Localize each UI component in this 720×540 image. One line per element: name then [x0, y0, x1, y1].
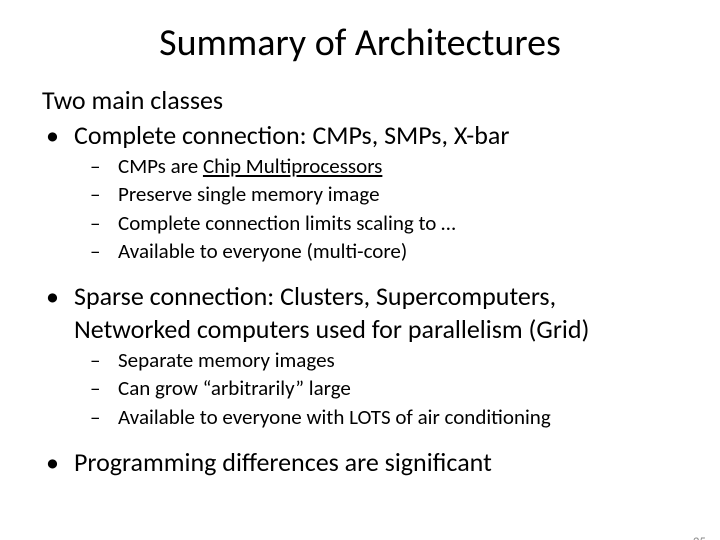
bullet-text: Sparse connection: Clusters, Supercomput… — [74, 280, 678, 345]
dash-marker-icon: – — [90, 404, 118, 430]
sub-bullet: – Available to everyone with LOTS of air… — [90, 404, 678, 430]
bullet-marker-icon: • — [42, 280, 74, 345]
slide-title: Summary of Architectures — [0, 20, 720, 66]
page-number: 25 — [693, 535, 706, 540]
sub-bullet: – Complete connection limits scaling to … — [90, 210, 678, 236]
underlined-term: Chip Multiprocessors — [203, 153, 382, 179]
sub-bullet: – Preserve single memory image — [90, 181, 678, 207]
bullet-text: Complete connection: CMPs, SMPs, X-bar — [74, 119, 509, 152]
bullet-complete-connection: • Complete connection: CMPs, SMPs, X-bar — [42, 119, 678, 152]
sub-bullet-text: Separate memory images — [118, 347, 335, 373]
sub-bullet-text: Preserve single memory image — [118, 181, 380, 207]
bullet-sparse-connection: • Sparse connection: Clusters, Supercomp… — [42, 280, 678, 345]
dash-marker-icon: – — [90, 181, 118, 207]
sub-bullet-text: Complete connection limits scaling to … — [118, 210, 456, 236]
bullet-text: Programming differences are significant — [74, 446, 492, 479]
slide-body: Two main classes • Complete connection: … — [0, 84, 720, 478]
sub-bullet-text: Available to everyone with LOTS of air c… — [118, 404, 551, 430]
sub-bullet-text: Available to everyone (multi-core) — [118, 238, 407, 264]
dash-marker-icon: – — [90, 210, 118, 236]
dash-marker-icon: – — [90, 153, 118, 179]
sub-bullet-text: Can grow “arbitrarily” large — [118, 375, 351, 401]
bullet-marker-icon: • — [42, 119, 74, 152]
bullet-marker-icon: • — [42, 446, 74, 479]
sub-bullet: – Can grow “arbitrarily” large — [90, 375, 678, 401]
slide: Summary of Architectures Two main classe… — [0, 20, 720, 540]
dash-marker-icon: – — [90, 375, 118, 401]
dash-marker-icon: – — [90, 347, 118, 373]
sub-bullet-text: CMPs are Chip Multiprocessors — [118, 153, 382, 179]
bullet-programming-differences: • Programming differences are significan… — [42, 446, 678, 479]
sub-bullet: – CMPs are Chip Multiprocessors — [90, 153, 678, 179]
text-fragment: CMPs are — [118, 153, 203, 179]
sub-bullet: – Available to everyone (multi-core) — [90, 238, 678, 264]
intro-line: Two main classes — [42, 84, 678, 117]
dash-marker-icon: – — [90, 238, 118, 264]
sub-bullet: – Separate memory images — [90, 347, 678, 373]
